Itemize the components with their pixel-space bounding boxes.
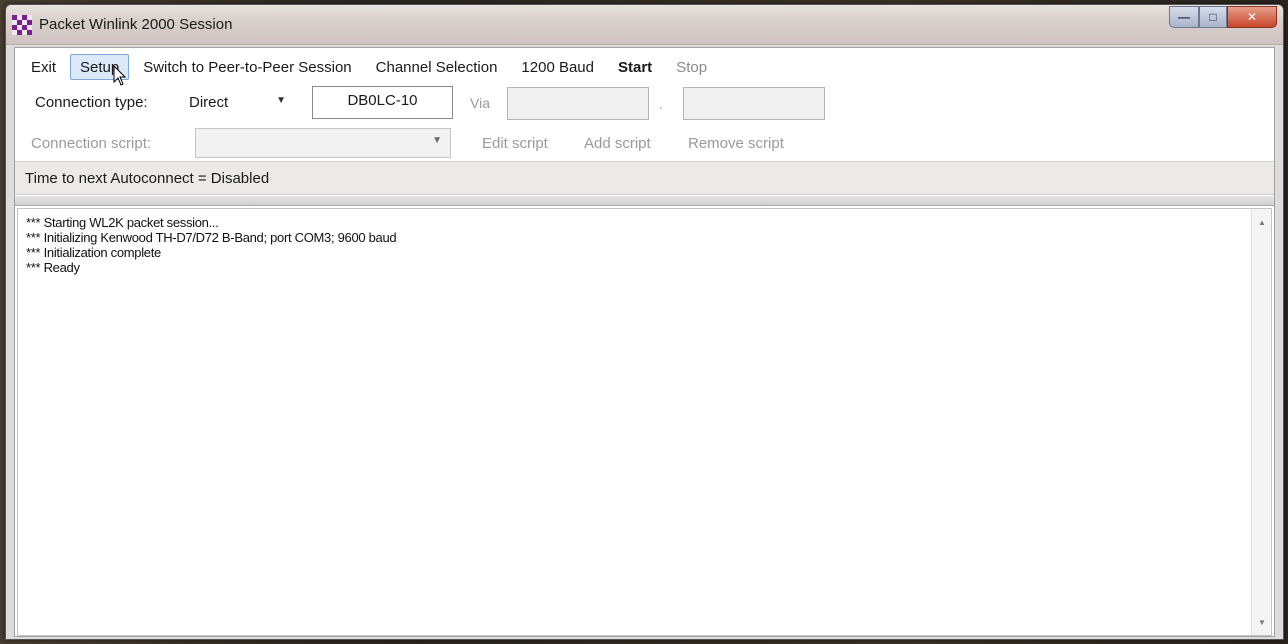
toolbar-area: Exit Setup Switch to Peer-to-Peer Sessio… <box>15 48 1274 161</box>
minimize-icon: — <box>1178 10 1190 24</box>
menu-exit[interactable]: Exit <box>21 54 66 80</box>
chevron-down-icon: ▼ <box>432 135 442 146</box>
autoconnect-status-bar: Time to next Autoconnect = Disabled <box>15 161 1274 195</box>
minimize-button[interactable]: — <box>1169 6 1199 28</box>
menu-baud[interactable]: 1200 Baud <box>511 54 604 80</box>
callsign-input[interactable]: DB0LC-10 <box>312 86 453 119</box>
client-area: Exit Setup Switch to Peer-to-Peer Sessio… <box>14 47 1275 637</box>
menu-switch-session[interactable]: Switch to Peer-to-Peer Session <box>133 54 361 80</box>
checkered-grid-icon <box>12 15 32 35</box>
maximize-button[interactable]: □ <box>1199 6 1227 28</box>
via-label: Via <box>470 95 490 111</box>
connection-script-label: Connection script: <box>31 135 152 152</box>
session-window: Packet Winlink 2000 Session — □ ✕ Exit S… <box>5 4 1284 640</box>
via-input-1[interactable] <box>507 87 649 120</box>
add-script-button[interactable]: Add script <box>584 135 651 152</box>
maximize-icon: □ <box>1209 10 1217 24</box>
window-title: Packet Winlink 2000 Session <box>39 16 233 33</box>
close-button[interactable]: ✕ <box>1227 6 1277 28</box>
connection-type-select[interactable]: Direct ▼ <box>180 88 295 118</box>
edit-script-button[interactable]: Edit script <box>482 135 548 152</box>
window-controls: — □ ✕ <box>1169 6 1277 28</box>
mouse-cursor-icon <box>113 65 127 86</box>
log-line: *** Initializing Kenwood TH-D7/D72 B-Ban… <box>26 230 397 245</box>
session-log[interactable]: *** Starting WL2K packet session... *** … <box>17 208 1272 636</box>
autoconnect-status: Time to next Autoconnect = Disabled <box>25 170 270 187</box>
via-input-2[interactable] <box>683 87 825 120</box>
log-lines: *** Starting WL2K packet session... *** … <box>20 215 397 275</box>
menu-stop[interactable]: Stop <box>666 54 717 80</box>
log-line: *** Starting WL2K packet session... <box>26 215 219 230</box>
via-separator: . <box>659 96 663 112</box>
log-line: *** Ready <box>26 260 80 275</box>
menu-channel-selection[interactable]: Channel Selection <box>366 54 508 80</box>
title-bar[interactable]: Packet Winlink 2000 Session — □ ✕ <box>6 5 1283 45</box>
menu-start[interactable]: Start <box>608 54 662 80</box>
remove-script-button[interactable]: Remove script <box>688 135 784 152</box>
chevron-down-icon: ▼ <box>276 95 286 106</box>
panel-splitter[interactable] <box>15 196 1274 206</box>
scroll-up-icon[interactable]: ▲ <box>1252 213 1272 231</box>
connection-type-label: Connection type: <box>35 94 148 111</box>
connection-script-select[interactable]: ▼ <box>195 128 451 158</box>
connection-row: Connection type: Direct ▼ DB0LC-10 Via . <box>25 86 1283 120</box>
script-row: Connection script: ▼ Edit script Add scr… <box>25 126 1283 160</box>
log-line: *** Initialization complete <box>26 245 161 260</box>
close-icon: ✕ <box>1246 10 1258 24</box>
connection-type-value: Direct <box>189 94 229 111</box>
log-scrollbar[interactable]: ▲ ▼ <box>1251 209 1271 635</box>
scroll-down-icon[interactable]: ▼ <box>1252 613 1272 631</box>
